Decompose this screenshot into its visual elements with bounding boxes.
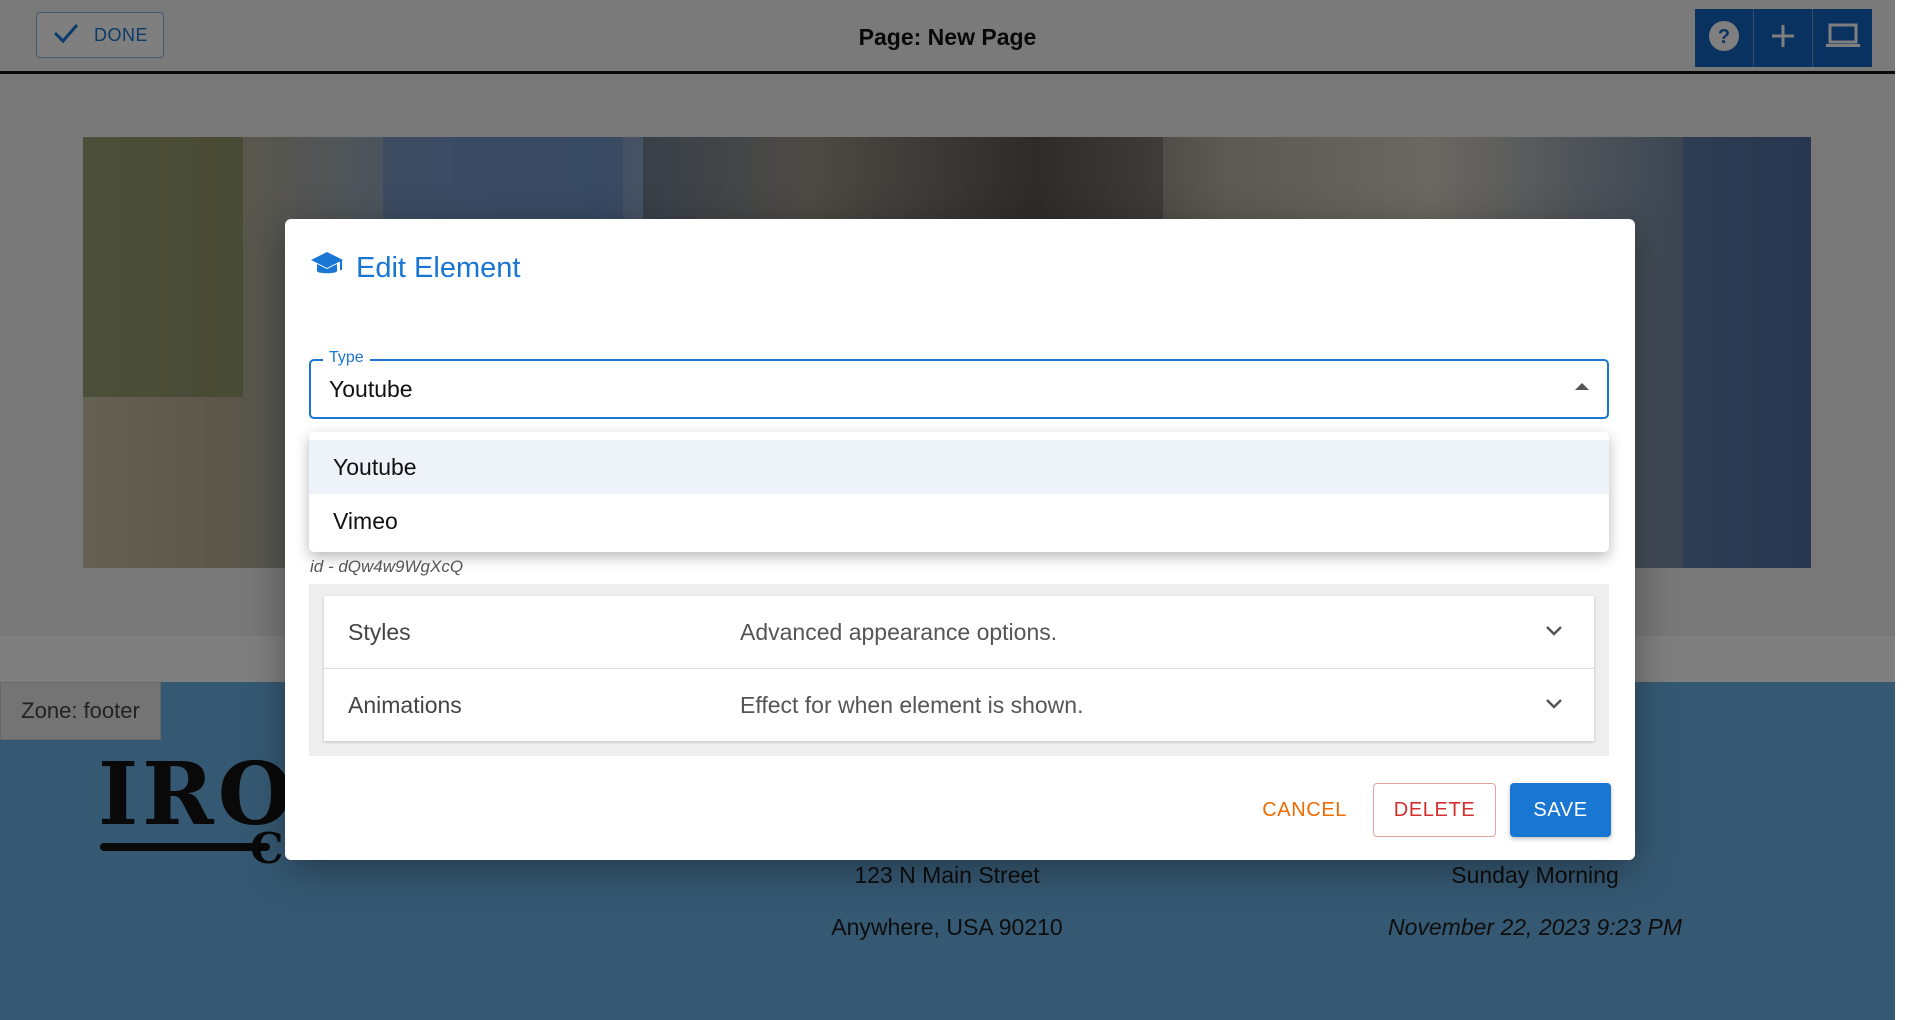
scrollbar-track[interactable] — [1895, 0, 1920, 1020]
graduation-cap-icon — [310, 249, 344, 287]
cancel-button[interactable]: CANCEL — [1250, 783, 1359, 837]
animations-title: Animations — [348, 691, 462, 718]
chevron-down-icon — [1544, 624, 1564, 643]
option-youtube[interactable]: Youtube — [309, 440, 1609, 494]
type-label: Type — [323, 349, 370, 367]
edit-element-dialog: Edit Element Type Youtube Youtube Vimeo … — [285, 219, 1635, 860]
styles-description: Advanced appearance options. — [740, 618, 1058, 645]
type-select[interactable]: Type Youtube — [309, 349, 1609, 419]
styles-panel[interactable]: Styles Advanced appearance options. — [324, 596, 1594, 668]
type-value: Youtube — [329, 376, 413, 402]
option-vimeo[interactable]: Vimeo — [309, 494, 1609, 548]
dialog-actions: CANCEL DELETE SAVE — [1250, 783, 1611, 837]
dialog-title: Edit Element — [310, 249, 520, 287]
type-dropdown-menu: Youtube Vimeo — [309, 432, 1609, 552]
styles-title: Styles — [348, 618, 411, 645]
dialog-title-text: Edit Element — [356, 251, 521, 284]
save-button[interactable]: SAVE — [1510, 783, 1611, 837]
animations-description: Effect for when element is shown. — [740, 691, 1084, 718]
caret-up-icon — [1575, 383, 1589, 390]
animations-panel[interactable]: Animations Effect for when element is sh… — [324, 668, 1594, 741]
chevron-down-icon — [1544, 697, 1564, 716]
element-id: id - dQw4w9WgXcQ — [310, 557, 464, 576]
options-accordion: Styles Advanced appearance options. Anim… — [309, 584, 1609, 756]
delete-button[interactable]: DELETE — [1373, 783, 1496, 837]
